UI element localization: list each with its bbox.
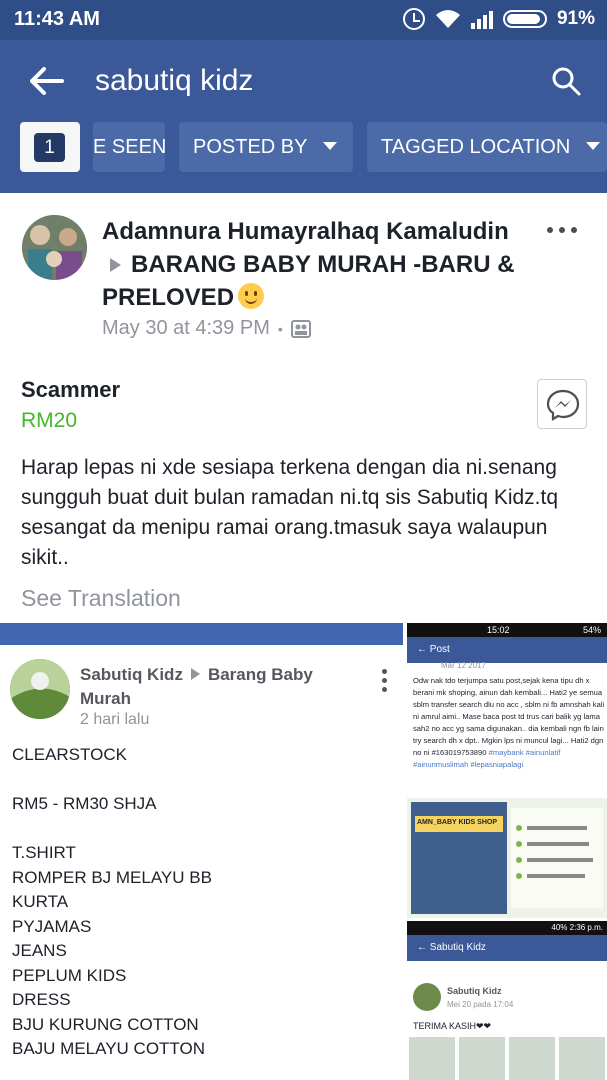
battery-icon bbox=[502, 10, 547, 28]
screenshot-flyer-title: AMN_BABY KIDS SHOP bbox=[417, 819, 497, 826]
group-name[interactable]: BARANG BABY MURAH -BARU & PRELOVED bbox=[102, 251, 515, 311]
listing-title: Scammer bbox=[21, 377, 121, 402]
screenshot-bar-title: Post bbox=[429, 644, 450, 655]
arrow-left-icon[interactable] bbox=[30, 66, 64, 96]
screenshot-bar2-title: Sabutiq Kidz bbox=[429, 942, 486, 953]
post-time[interactable]: May 30 at 4:39 PM bbox=[102, 317, 270, 340]
group-audience-icon bbox=[290, 319, 311, 338]
screenshot-thumbnail bbox=[509, 1037, 555, 1080]
screenshot-line bbox=[12, 817, 212, 842]
author-name[interactable]: Adamnura Humayralhaq Kamaludin bbox=[102, 218, 509, 245]
arrow-right-icon bbox=[190, 668, 200, 680]
messenger-icon bbox=[546, 389, 580, 421]
screenshot-status-time: 15:02 bbox=[487, 625, 510, 635]
search-header: sabutiq kidz 1 E SEEN POSTED BY TAGGED L… bbox=[0, 40, 607, 193]
wifi-icon bbox=[435, 10, 460, 28]
screenshot-line: PEPLUM KIDS bbox=[12, 965, 127, 985]
screenshot-post-text: TERIMA KASIH❤❤ bbox=[413, 1021, 492, 1031]
screenshot-author: Sabutiq Kidz bbox=[80, 665, 183, 684]
screenshot-flyer-image: AMN_BABY KIDS SHOP bbox=[407, 798, 607, 918]
filter-chip-seen[interactable]: E SEEN bbox=[93, 122, 165, 172]
screenshot-line: JEANS bbox=[12, 941, 67, 960]
post-author-line: Adamnura Humayralhaq Kamaludin BARANG BAB… bbox=[102, 215, 522, 314]
screenshot-thumbnail bbox=[559, 1037, 605, 1080]
screenshot-line: BAJU MELAYU COTTON bbox=[12, 1039, 206, 1058]
alarm-icon bbox=[402, 8, 425, 30]
screenshot-status-battery: 54% bbox=[582, 625, 601, 635]
search-icon[interactable] bbox=[551, 66, 581, 96]
status-time: 11:43 AM bbox=[14, 8, 100, 30]
filter-chip-label: POSTED BY bbox=[193, 136, 308, 158]
screenshot-thumbnail bbox=[409, 1037, 455, 1080]
screenshot-nav-strip bbox=[0, 623, 403, 645]
smiley-emoji-icon bbox=[238, 283, 265, 309]
messenger-button[interactable] bbox=[537, 379, 587, 429]
arrow-right-icon bbox=[110, 258, 121, 272]
battery-percent: 91% bbox=[556, 8, 595, 29]
screenshot-thumbnails bbox=[407, 1037, 607, 1080]
caret-down-icon bbox=[323, 141, 338, 150]
attached-screenshot-2[interactable]: 15:02 54% ← Post Mar 12 2017 Odw nak tdo… bbox=[407, 623, 607, 1080]
screenshot-post-time: Mei 20 pada 17:04 bbox=[447, 1000, 514, 1009]
filter-bar: 1 E SEEN POSTED BY TAGGED LOCATION bbox=[0, 122, 607, 172]
screenshot-line: T.SHIRT bbox=[12, 843, 76, 862]
screenshot-post-header: Sabutiq Kidz Barang Baby Murah bbox=[80, 663, 360, 711]
search-result-post: Adamnura Humayralhaq Kamaludin BARANG BAB… bbox=[0, 193, 607, 1080]
status-icons: 91% bbox=[402, 8, 595, 30]
screenshot-warning-body: Odw nak tdo terjumpa satu post,sejak ken… bbox=[413, 676, 605, 757]
listing-price: RM20 bbox=[21, 409, 78, 432]
screenshot-line: ROMPER BJ MELAYU BB bbox=[12, 867, 212, 887]
screenshot-page-bar: ← Sabutiq Kidz bbox=[407, 935, 607, 961]
caret-down-icon bbox=[586, 141, 601, 150]
more-options-icon[interactable] bbox=[547, 227, 577, 233]
attached-screenshot-1[interactable]: Sabutiq Kidz Barang Baby Murah 2 hari lal… bbox=[0, 623, 403, 1080]
filter-chip-label: TAGGED LOCATION bbox=[381, 136, 571, 158]
status-bar: 11:43 AM 91% bbox=[0, 0, 607, 40]
screenshot-line: BJU KURUNG COTTON bbox=[12, 1014, 199, 1034]
post-body: Harap lepas ni xde sesiapa terkena denga… bbox=[21, 456, 559, 569]
screenshot-warning-text: Odw nak tdo terjumpa satu post,sejak ken… bbox=[413, 675, 605, 771]
screenshot-line bbox=[12, 768, 212, 793]
screenshot-date: Mar 12 2017 bbox=[441, 661, 486, 670]
screenshot-post-bar: ← Post bbox=[407, 637, 607, 663]
screenshot-line: RM5 - RM30 SHJA bbox=[12, 794, 157, 813]
filter-chip-posted-by[interactable]: POSTED BY bbox=[179, 122, 353, 172]
screenshot-line: KURTA bbox=[12, 892, 69, 911]
battery-level bbox=[506, 14, 540, 24]
screenshot-thumbnail bbox=[459, 1037, 505, 1080]
search-query[interactable]: sabutiq kidz bbox=[95, 64, 253, 98]
screenshot-line: PYJAMAS bbox=[12, 916, 92, 936]
screenshot-avatar bbox=[10, 659, 70, 719]
screenshot-avatar-2 bbox=[413, 983, 441, 1011]
filter-count-badge: 1 bbox=[34, 133, 65, 162]
post-meta: May 30 at 4:39 PM • bbox=[102, 317, 311, 340]
screenshot-status-bar-2: 40% 2:36 p.m. bbox=[407, 921, 607, 935]
filter-chip-tagged-location[interactable]: TAGGED LOCATION bbox=[367, 122, 607, 172]
screenshot-text: CLEARSTOCK RM5 - RM30 SHJA T.SHIRT ROMPE… bbox=[12, 743, 212, 1062]
screenshot-status-bar: 15:02 54% bbox=[407, 623, 607, 637]
filter-count-button[interactable]: 1 bbox=[20, 122, 80, 172]
signal-icon bbox=[470, 9, 493, 29]
screenshot-post-author: Sabutiq Kidz bbox=[447, 986, 502, 996]
author-avatar[interactable] bbox=[22, 215, 87, 280]
screenshot-line: CLEARSTOCK bbox=[12, 745, 127, 764]
filter-chip-label: E SEEN bbox=[93, 136, 165, 158]
see-translation-link[interactable]: See Translation bbox=[21, 585, 181, 612]
screenshot-time: 2 hari lalu bbox=[80, 711, 150, 728]
more-vertical-icon bbox=[382, 669, 387, 692]
screenshot-line: DRESS bbox=[12, 990, 71, 1009]
